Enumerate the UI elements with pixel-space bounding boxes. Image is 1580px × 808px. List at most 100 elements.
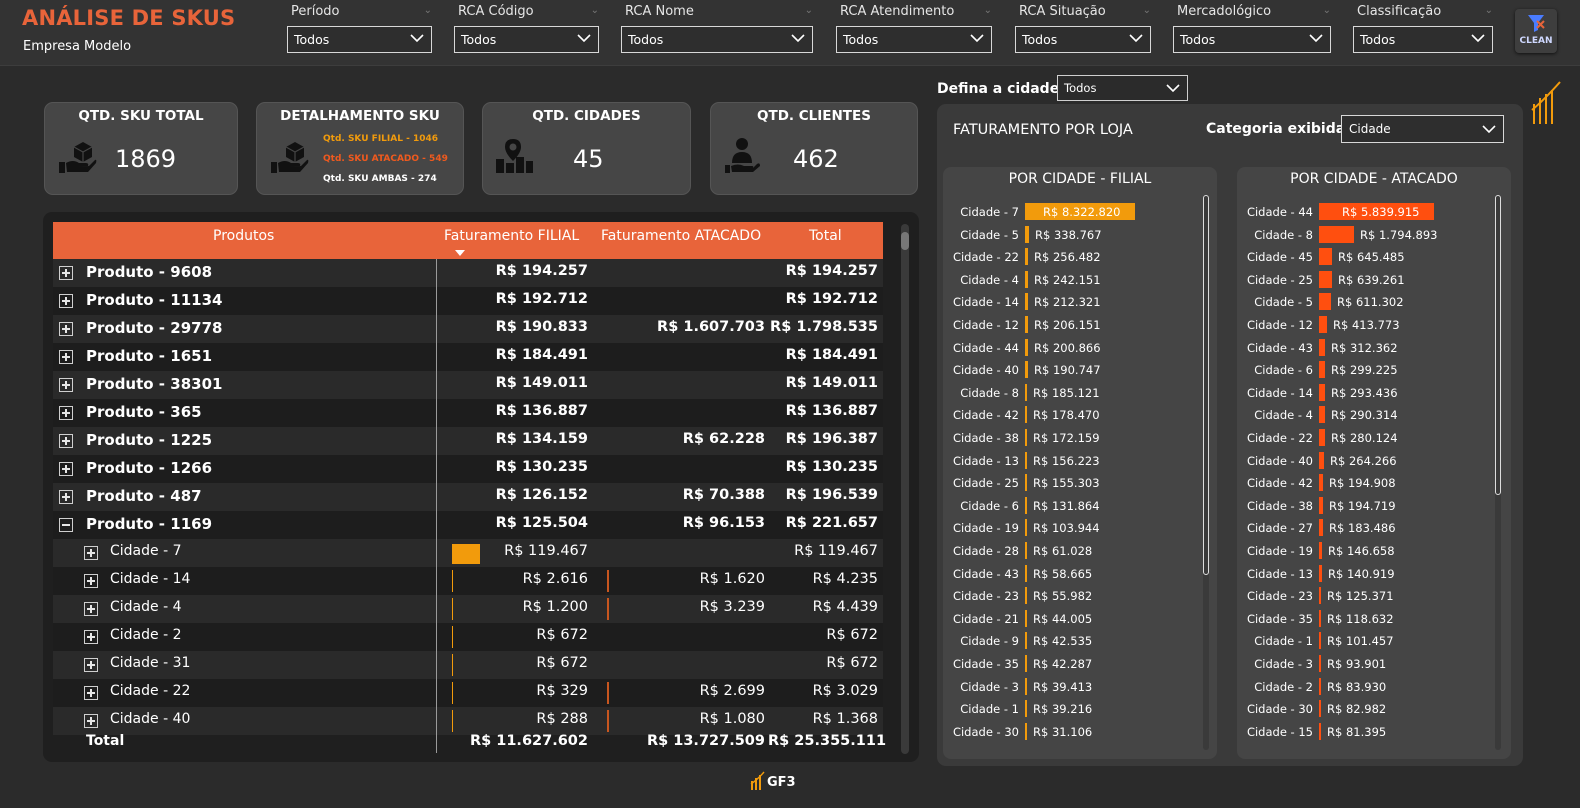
bar-mark[interactable] (1319, 496, 1323, 514)
column-header-total[interactable]: Total (809, 228, 842, 244)
bar-mark[interactable] (1319, 519, 1323, 537)
table-row-produto[interactable]: Produto - 1266 R$ 130.235 R$ 130.235 (53, 455, 883, 483)
bar-row[interactable]: Cidade - 12 R$ 206.151 (943, 316, 1193, 334)
bar-mark[interactable] (1319, 248, 1332, 266)
bar-row[interactable]: Cidade - 14 R$ 293.436 (1237, 383, 1487, 402)
category-dropdown[interactable]: Cidade (1341, 115, 1504, 143)
table-row-cidade[interactable]: Cidade - 14 R$ 2.616 R$ 1.620 R$ 4.235 (53, 567, 883, 595)
clean-filters-button[interactable]: CLEAN (1515, 9, 1557, 53)
expand-icon[interactable] (84, 630, 98, 644)
filter-dropdown[interactable]: Todos (287, 26, 432, 53)
bar-row[interactable]: Cidade - 2 R$ 83.930 (1237, 677, 1487, 696)
bar-row[interactable]: Cidade - 6 R$ 131.864 (943, 496, 1193, 515)
bar-row[interactable]: Cidade - 28 R$ 61.028 (943, 542, 1193, 560)
chevron-down-icon[interactable]: ⌄ (1143, 5, 1151, 16)
bar-mark[interactable] (1319, 587, 1321, 605)
table-row-produto[interactable]: Produto - 365 R$ 136.887 R$ 136.887 (53, 399, 883, 427)
expand-icon[interactable] (84, 686, 98, 700)
chevron-down-icon[interactable]: ⌄ (1485, 5, 1493, 16)
bar-row[interactable]: Cidade - 3 R$ 93.901 (1237, 655, 1487, 673)
bar-row[interactable]: Cidade - 1 R$ 39.216 (943, 700, 1193, 718)
filter-dropdown[interactable]: Todos (1173, 26, 1331, 53)
bar-row[interactable]: Cidade - 30 R$ 82.982 (1237, 700, 1487, 718)
expand-icon[interactable] (59, 406, 73, 420)
expand-icon[interactable] (84, 602, 98, 616)
bar-mark[interactable] (1025, 542, 1027, 559)
bar-mark[interactable] (1319, 609, 1321, 627)
bar-mark[interactable] (1025, 270, 1028, 288)
bar-row[interactable]: Cidade - 5 R$ 611.302 (1237, 293, 1487, 311)
table-row-cidade[interactable]: Cidade - 7 R$ 119.467 R$ 119.467 (53, 539, 883, 567)
bar-mark[interactable] (1025, 383, 1027, 401)
bar-mark[interactable] (1025, 451, 1027, 469)
table-row-cidade[interactable]: Cidade - 31 R$ 672 R$ 672 (53, 651, 883, 679)
filter-dropdown[interactable]: Todos (1353, 26, 1493, 53)
bar-row[interactable]: Cidade - 1 R$ 101.457 (1237, 632, 1487, 650)
expand-icon[interactable] (59, 462, 73, 476)
bar-row[interactable]: Cidade - 38 R$ 194.719 (1237, 496, 1487, 515)
bar-row[interactable]: Cidade - 8 R$ 185.121 (943, 383, 1193, 402)
filter-dropdown[interactable]: Todos (621, 26, 813, 53)
expand-icon[interactable] (59, 490, 73, 504)
bar-mark[interactable] (1319, 474, 1323, 492)
bar-mark[interactable] (1025, 225, 1029, 243)
chevron-down-icon[interactable]: ⌄ (1323, 5, 1331, 16)
bar-mark[interactable] (1025, 293, 1028, 311)
bar-mark[interactable] (1319, 270, 1332, 288)
bar-row[interactable]: Cidade - 35 R$ 118.632 (1237, 609, 1487, 628)
bar-mark[interactable] (1319, 293, 1331, 311)
scrollbar-thumb[interactable] (1203, 195, 1209, 575)
bar-row[interactable]: Cidade - 27 R$ 183.486 (1237, 519, 1487, 537)
chevron-down-icon[interactable]: ⌄ (984, 5, 992, 16)
bar-mark[interactable] (1319, 338, 1325, 356)
bar-row[interactable]: Cidade - 12 R$ 413.773 (1237, 316, 1487, 334)
city-filter-dropdown[interactable]: Todos (1057, 75, 1188, 101)
bar-mark[interactable] (1025, 248, 1028, 266)
bar-mark[interactable] (1025, 700, 1027, 718)
bar-row[interactable]: Cidade - 4 R$ 290.314 (1237, 406, 1487, 424)
expand-icon[interactable] (84, 546, 98, 560)
column-header-atacado[interactable]: Faturamento ATACADO (601, 228, 761, 244)
bar-mark[interactable] (1319, 542, 1322, 559)
table-row-produto[interactable]: Produto - 487 R$ 126.152 R$ 70.388 R$ 196.5… (53, 483, 883, 511)
collapse-icon[interactable] (59, 518, 73, 532)
filter-dropdown[interactable]: Todos (1015, 26, 1151, 53)
bar-row[interactable]: Cidade - 22 R$ 256.482 (943, 248, 1193, 266)
bar-row[interactable]: Cidade - 42 R$ 178.470 (943, 406, 1193, 424)
bar-mark[interactable] (1319, 722, 1321, 740)
bar-row[interactable]: Cidade - 25 R$ 155.303 (943, 474, 1193, 492)
bar-mark[interactable] (1319, 361, 1325, 379)
table-row-produto[interactable]: Produto - 11134 R$ 192.712 R$ 192.712 (53, 287, 883, 315)
scrollbar-thumb[interactable] (1495, 195, 1501, 495)
filter-dropdown[interactable]: Todos (454, 26, 599, 53)
bar-row[interactable]: Cidade - 43 R$ 312.362 (1237, 338, 1487, 357)
bar-mark[interactable] (1025, 519, 1027, 537)
bar-row[interactable]: Cidade - 14 R$ 212.321 (943, 293, 1193, 311)
chevron-down-icon[interactable]: ⌄ (805, 5, 813, 16)
expand-icon[interactable] (59, 266, 73, 280)
bar-row[interactable]: Cidade - 44 R$ 200.866 (943, 338, 1193, 357)
bar-row[interactable]: Cidade - 25 R$ 639.261 (1237, 270, 1487, 289)
bar-row[interactable]: Cidade - 38 R$ 172.159 (943, 429, 1193, 447)
bar-row[interactable]: Cidade - 19 R$ 103.944 (943, 519, 1193, 537)
table-row-produto[interactable]: Produto - 1651 R$ 184.491 R$ 184.491 (53, 343, 883, 371)
bar-mark[interactable] (1025, 587, 1027, 605)
bar-row[interactable]: Cidade - 8 R$ 1.794.893 (1237, 225, 1487, 244)
filial-chart-scrollbar[interactable] (1203, 195, 1209, 750)
bar-mark[interactable] (1025, 406, 1027, 424)
table-row-cidade[interactable]: Cidade - 4 R$ 1.200 R$ 3.239 R$ 4.439 (53, 595, 883, 623)
table-scrollbar[interactable] (901, 224, 909, 754)
bar-mark[interactable] (1025, 677, 1027, 695)
column-header-filial[interactable]: Faturamento FILIAL (444, 228, 579, 244)
bar-mark[interactable] (1025, 474, 1027, 492)
bar-row[interactable]: Cidade - 44 R$ 5.839.915 (1237, 203, 1487, 221)
chevron-down-icon[interactable]: ⌄ (591, 5, 599, 16)
expand-icon[interactable] (59, 378, 73, 392)
expand-icon[interactable] (84, 714, 98, 728)
expand-icon[interactable] (59, 434, 73, 448)
trend-chart-icon[interactable] (1530, 80, 1562, 126)
bar-mark[interactable] (1025, 609, 1027, 627)
bar-row[interactable]: Cidade - 4 R$ 242.151 (943, 270, 1193, 289)
bar-mark[interactable] (1319, 429, 1325, 446)
bar-row[interactable]: Cidade - 5 R$ 338.767 (943, 225, 1193, 244)
